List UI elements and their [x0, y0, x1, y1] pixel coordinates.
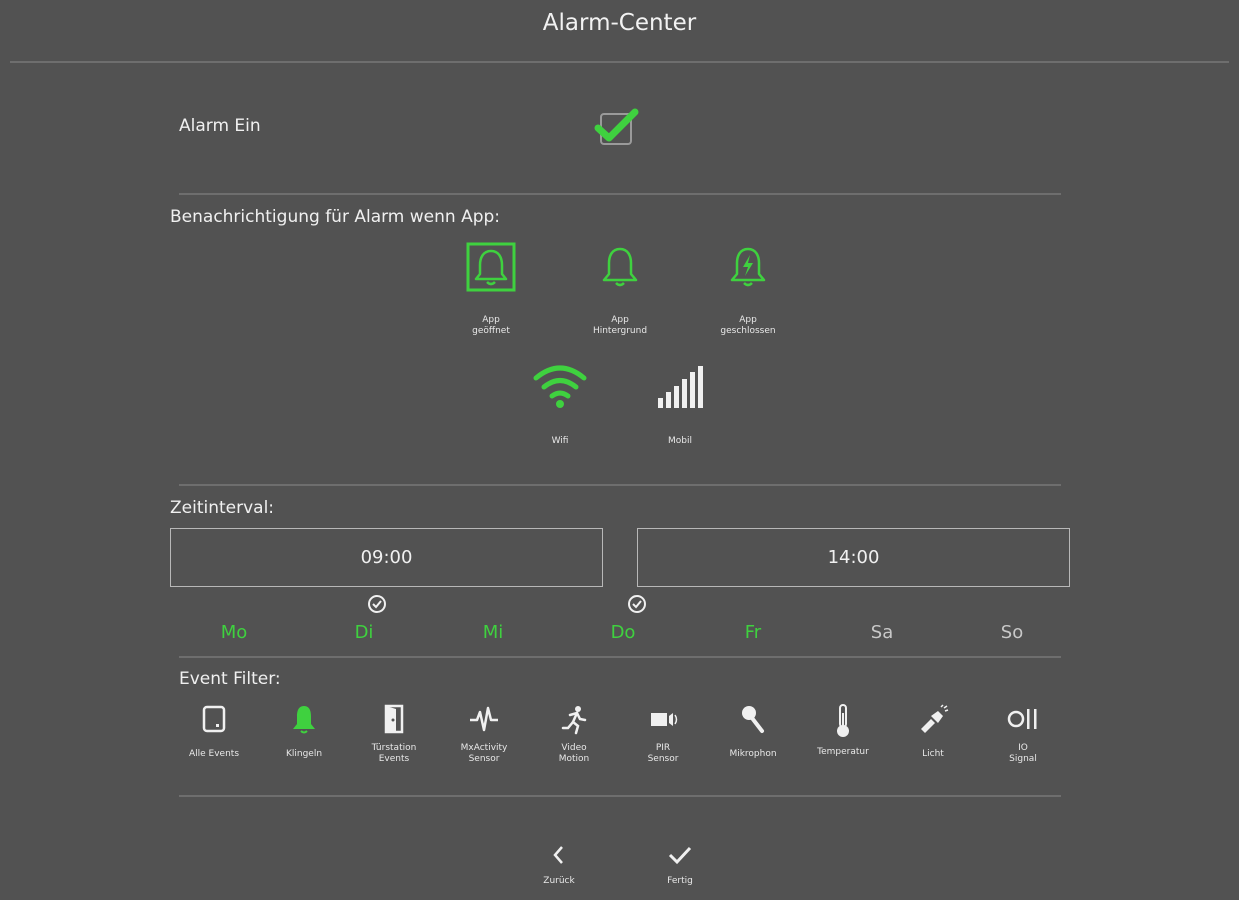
chevron-left-icon [553, 846, 563, 864]
bell-bolt-icon [730, 247, 766, 287]
notify-app-background-label: App Hintergrund [592, 315, 648, 336]
camera-icon [651, 713, 678, 726]
divider [179, 484, 1061, 486]
tablet-icon [202, 705, 226, 733]
filter-all-events[interactable]: Alle Events [174, 703, 254, 760]
wifi-icon [533, 365, 587, 408]
filter-mikrophon[interactable]: Mikrophon [713, 703, 793, 760]
thermometer-icon [837, 704, 849, 737]
back-button-label: Zurück [543, 876, 575, 886]
filter-temperatur[interactable]: Temperatur [803, 703, 883, 758]
event-filter-heading: Event Filter: [179, 669, 281, 689]
flashlight-icon [921, 704, 949, 733]
day-toggle-so[interactable]: So [977, 622, 1047, 643]
io-signal-icon [1007, 709, 1037, 729]
header-divider [10, 61, 1229, 63]
filter-tuerstation[interactable]: Türstation Events [354, 703, 434, 765]
filter-klingeln[interactable]: Klingeln [264, 703, 344, 760]
divider [179, 193, 1061, 195]
filter-label: Video Motion [558, 743, 590, 764]
bell-icon [466, 242, 516, 292]
filter-label: Klingeln [285, 749, 323, 759]
notify-app-open-label: App geöffnet [472, 315, 510, 336]
day-toggle-do[interactable]: Do [588, 622, 658, 643]
start-time-field[interactable]: 09:00 [170, 528, 603, 587]
filter-label: MxActivity Sensor [460, 743, 508, 764]
interval-heading: Zeitinterval: [170, 498, 275, 518]
filter-label: Türstation Events [371, 743, 417, 764]
divider [179, 795, 1061, 797]
filter-mxactivity[interactable]: MxActivity Sensor [444, 703, 524, 765]
end-time-value: 14:00 [827, 547, 880, 568]
day-toggle-di[interactable]: Di [329, 622, 399, 643]
door-icon [384, 704, 404, 734]
filter-licht[interactable]: Licht [893, 703, 973, 760]
bell-icon [602, 247, 638, 287]
connection-wifi[interactable]: Wifi [505, 362, 615, 447]
activity-icon [470, 706, 498, 732]
signal-bars-icon [658, 366, 703, 408]
connection-mobile[interactable]: Mobil [625, 362, 735, 447]
alarm-checkbox[interactable] [594, 108, 640, 148]
running-person-icon [561, 706, 587, 735]
filter-label: Temperatur [817, 747, 869, 757]
day-toggle-fr[interactable]: Fr [718, 622, 788, 643]
end-time-field[interactable]: 14:00 [637, 528, 1070, 587]
bell-icon [293, 706, 315, 734]
notify-app-open[interactable]: App geöffnet [436, 241, 546, 337]
notify-app-background[interactable]: App Hintergrund [565, 241, 675, 337]
day-toggle-mo[interactable]: Mo [199, 622, 269, 643]
notification-heading: Benachrichtigung für Alarm wenn App: [170, 207, 501, 227]
clock-icon [368, 595, 386, 613]
clock-icon [628, 595, 646, 613]
filter-label: Mikrophon [729, 749, 777, 759]
filter-label: Licht [922, 749, 944, 759]
done-button-label: Fertig [667, 876, 693, 886]
divider [179, 656, 1061, 658]
filter-label: Alle Events [188, 749, 240, 759]
connection-wifi-label: Wifi [551, 436, 569, 446]
checkmark-icon [668, 846, 692, 865]
notify-app-closed-label: App geschlossen [720, 315, 776, 336]
alarm-label: Alarm Ein [179, 116, 261, 136]
filter-io-signal[interactable]: IO Signal [983, 703, 1063, 765]
checkmark-icon [594, 108, 639, 145]
back-button[interactable]: Zurück [519, 844, 599, 887]
day-toggle-mi[interactable]: Mi [458, 622, 528, 643]
filter-pir-sensor[interactable]: PIR Sensor [623, 703, 703, 765]
done-button[interactable]: Fertig [640, 844, 720, 887]
filter-label: IO Signal [1009, 743, 1037, 764]
page-title: Alarm-Center [542, 10, 697, 36]
notify-app-closed[interactable]: App geschlossen [693, 241, 803, 337]
day-toggle-sa[interactable]: Sa [847, 622, 917, 643]
filter-video-motion[interactable]: Video Motion [534, 703, 614, 765]
start-time-value: 09:00 [360, 547, 413, 568]
microphone-icon [742, 706, 764, 733]
filter-label: PIR Sensor [647, 743, 679, 764]
connection-mobile-label: Mobil [668, 436, 692, 446]
